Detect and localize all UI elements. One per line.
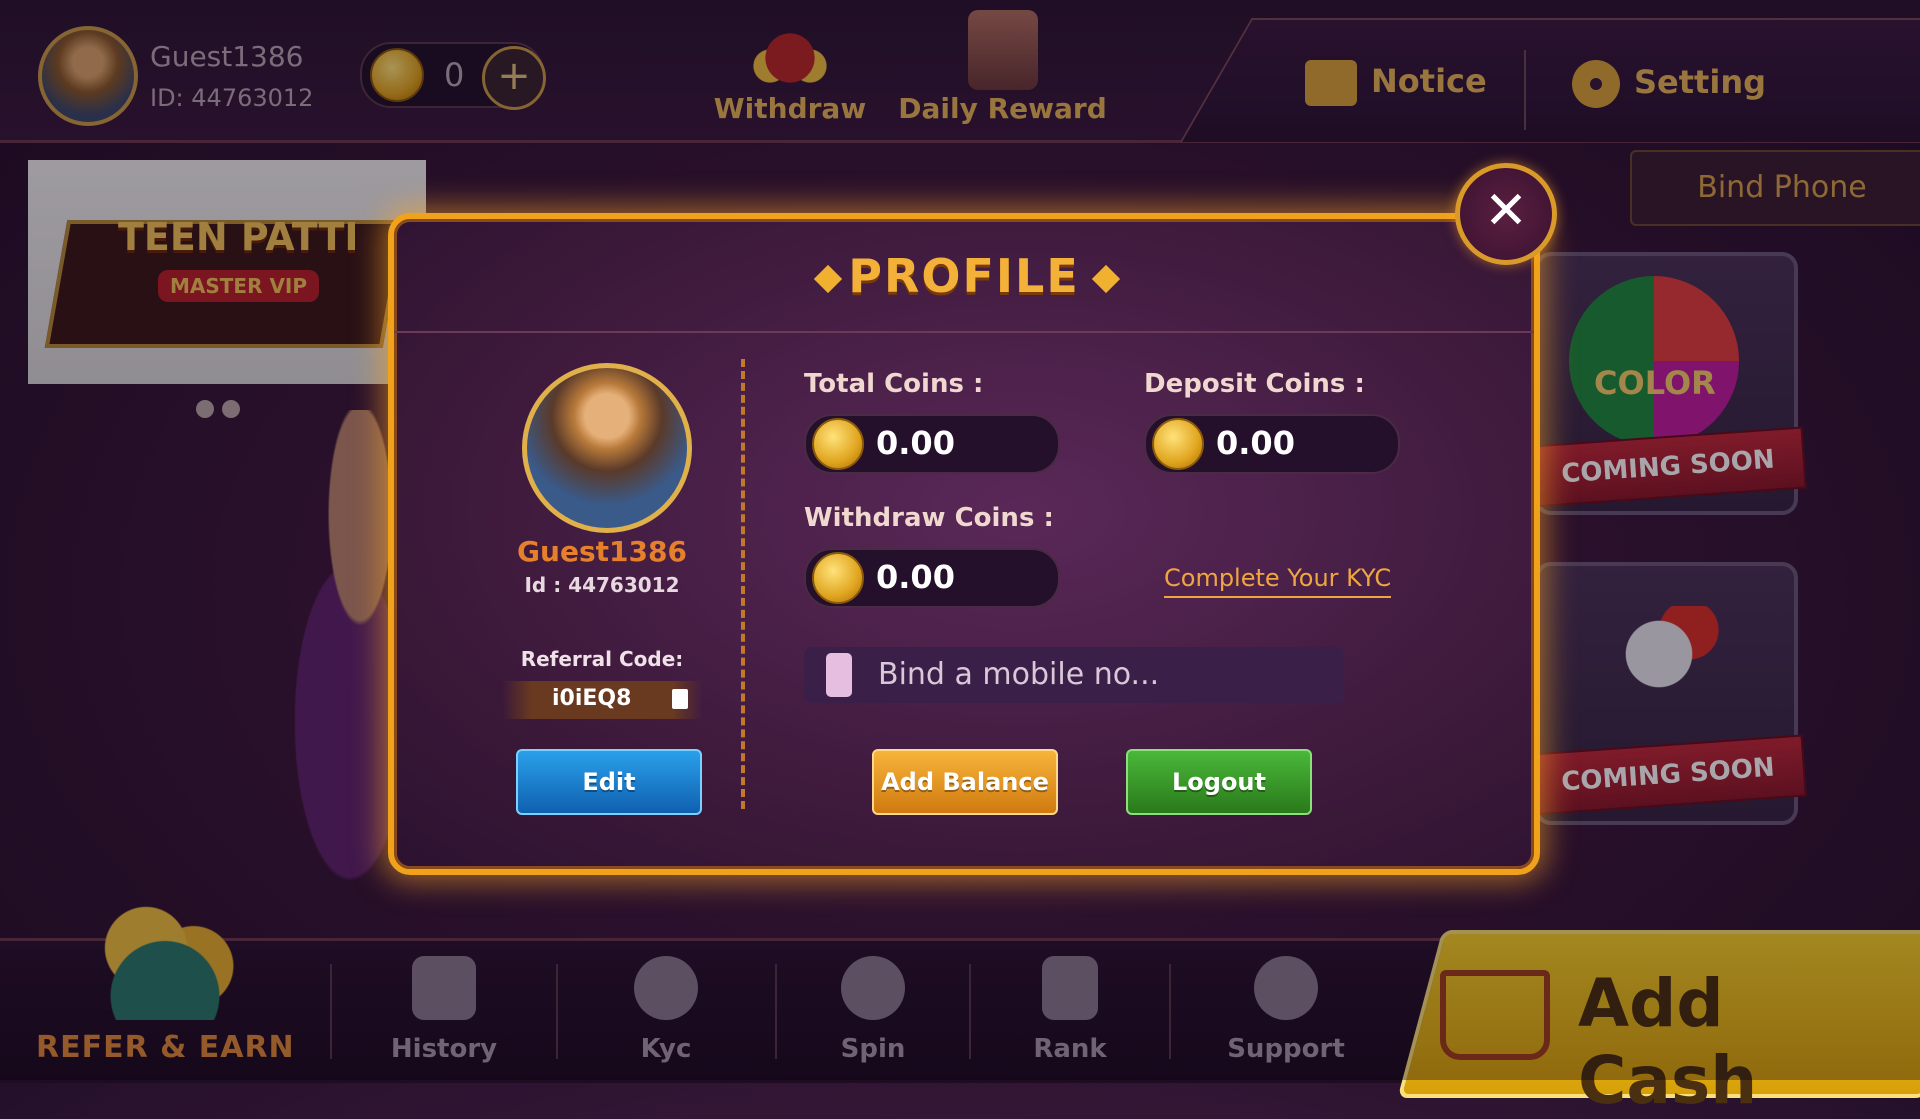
profile-name: Guest1386 — [517, 535, 687, 568]
logout-button[interactable]: Logout — [1126, 749, 1312, 815]
deposit-coins-label: Deposit Coins : — [1144, 369, 1365, 399]
referral-code: i0iEQ8 — [552, 686, 632, 711]
total-coins-field: 0.00 — [804, 414, 1060, 474]
add-balance-button[interactable]: Add Balance — [872, 749, 1058, 815]
profile-avatar — [522, 363, 692, 533]
withdraw-coins-field: 0.00 — [804, 548, 1060, 608]
referral-code-label: Referral Code: — [520, 647, 684, 671]
mobile-number-input[interactable]: Bind a mobile no... — [804, 647, 1344, 703]
header-divider-line — [394, 331, 1534, 333]
coin-icon — [812, 552, 864, 604]
mobile-placeholder: Bind a mobile no... — [878, 657, 1160, 692]
coin-icon — [1152, 418, 1204, 470]
coin-icon — [812, 418, 864, 470]
dashed-divider — [741, 359, 745, 809]
phone-icon — [826, 653, 852, 697]
referral-code-box: i0iEQ8 — [502, 681, 702, 719]
profile-title: PROFILE — [848, 249, 1080, 303]
profile-id: Id : 44763012 — [524, 573, 680, 597]
total-coins-value: 0.00 — [876, 424, 955, 462]
deposit-coins-value: 0.00 — [1216, 424, 1295, 462]
complete-kyc-link[interactable]: Complete Your KYC — [1164, 564, 1392, 598]
profile-modal: PROFILE Guest1386 Id : 44763012 Referral… — [388, 213, 1540, 875]
withdraw-coins-label: Withdraw Coins : — [804, 503, 1054, 533]
total-coins-label: Total Coins : — [804, 369, 984, 399]
deposit-coins-field: 0.00 — [1144, 414, 1400, 474]
withdraw-coins-value: 0.00 — [876, 558, 955, 596]
copy-icon[interactable] — [672, 689, 688, 709]
close-button[interactable]: ✕ — [1455, 163, 1557, 265]
edit-button[interactable]: Edit — [516, 749, 702, 815]
